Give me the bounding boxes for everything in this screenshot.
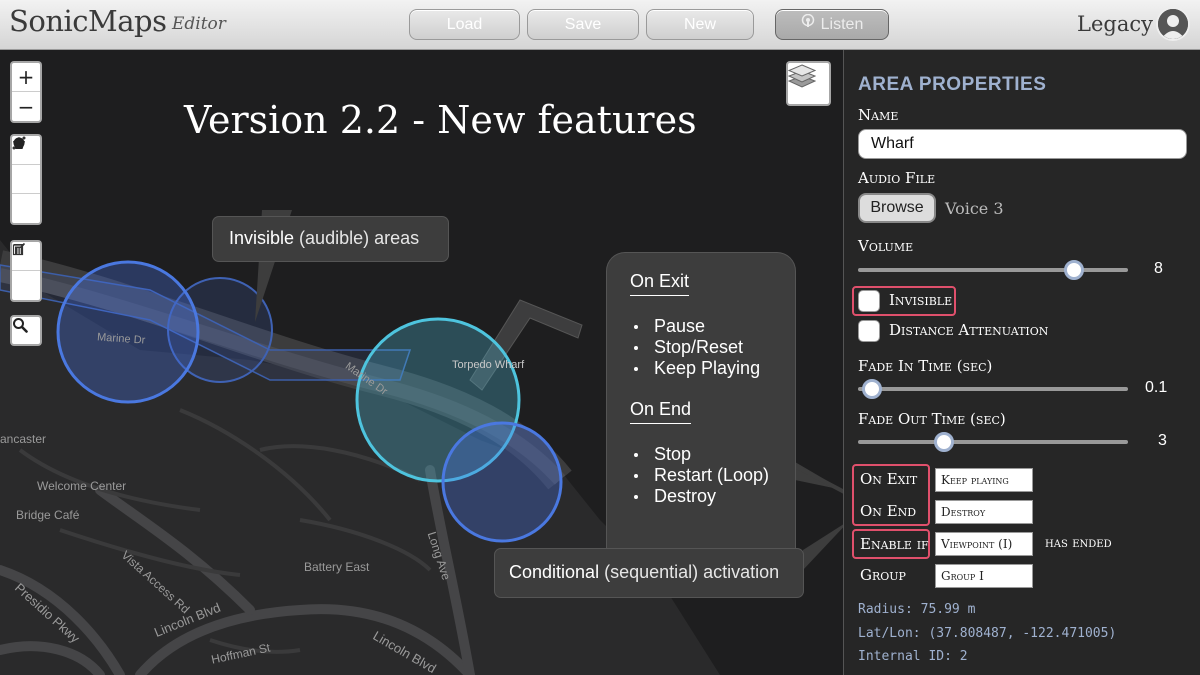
draw-toolbar — [10, 134, 42, 225]
search-icon[interactable] — [12, 317, 40, 346]
invisible-areas-callout: Invisible (audible) areas — [213, 217, 448, 261]
user-avatar-icon[interactable] — [1156, 7, 1190, 41]
listen-button[interactable]: Listen — [775, 9, 889, 40]
fade-out-slider-knob[interactable] — [934, 432, 955, 452]
fade-out-label: Fade Out Time (sec) — [858, 410, 1006, 428]
polygon-icon[interactable] — [12, 137, 40, 194]
group-label: Group — [860, 566, 906, 584]
radius-readout: Radius: 75.99 m — [858, 602, 976, 617]
volume-slider[interactable] — [858, 260, 1128, 280]
enable-if-select[interactable]: Viewpoint (I) — [935, 532, 1033, 556]
trash-icon[interactable] — [12, 244, 40, 300]
volume-value: 8 — [1154, 260, 1163, 277]
list-item: Keep Playing — [630, 358, 795, 379]
distance-attenuation-checkbox[interactable] — [858, 320, 880, 342]
panel-title: AREA PROPERTIES — [858, 74, 1047, 95]
edit-toolbar — [10, 240, 42, 302]
exit-end-options-callout: On Exit Pause Stop/Reset Keep Playing On… — [607, 253, 795, 580]
audio-file-label: Audio File — [858, 169, 936, 187]
has-ended-label: has ended — [1045, 535, 1112, 551]
list-item: Destroy — [630, 486, 795, 507]
list-item: Stop — [630, 444, 795, 465]
on-end-label: On End — [860, 502, 917, 520]
volume-label: Volume — [858, 237, 914, 255]
list-item: Stop/Reset — [630, 337, 795, 358]
distance-attenuation-label: Distance Attenuation — [889, 321, 1049, 339]
map-view[interactable]: Marine Dr Marine Dr Torpedo Wharf ancast… — [0, 50, 843, 675]
group-select[interactable]: Group I — [935, 564, 1033, 588]
list-item: Restart (Loop) — [630, 465, 795, 486]
callout-bold: Conditional — [509, 562, 600, 582]
app-subtitle: Editor — [172, 14, 226, 34]
map-label-welcome-center: Welcome Center — [37, 479, 127, 493]
podcast-icon — [801, 9, 815, 38]
map-label-battery-east: Battery East — [304, 560, 370, 574]
fade-in-label: Fade In Time (sec) — [858, 357, 993, 375]
on-exit-list: Pause Stop/Reset Keep Playing — [630, 316, 795, 379]
callout-text: (sequential) activation — [604, 562, 780, 582]
callout-bold: Invisible — [229, 228, 295, 248]
name-label: Name — [858, 106, 899, 124]
map-label-lancaster: ancaster — [0, 432, 47, 446]
load-button[interactable]: Load — [409, 9, 520, 40]
map-label-bridge-cafe: Bridge Café — [16, 508, 80, 522]
browse-button[interactable]: Browse — [858, 193, 936, 223]
name-input[interactable]: Wharf — [858, 129, 1187, 159]
on-end-heading: On End — [630, 399, 692, 424]
audio-file-name: Voice 3 — [945, 199, 1004, 218]
zoom-in-button[interactable]: + — [12, 63, 40, 92]
zoom-control: + − — [10, 61, 42, 123]
fade-out-value: 3 — [1158, 432, 1167, 449]
layers-button[interactable] — [786, 61, 831, 106]
search-control — [10, 315, 42, 346]
internal-id-readout: Internal ID: 2 — [858, 649, 968, 664]
zoom-out-button[interactable]: − — [12, 92, 40, 121]
area-properties-panel: AREA PROPERTIES Name Wharf Audio File Br… — [843, 50, 1200, 675]
fade-out-slider[interactable] — [858, 432, 1128, 452]
new-button[interactable]: New — [646, 9, 754, 40]
invisible-label: Invisible — [889, 291, 953, 309]
latlon-readout: Lat/Lon: (37.808487, -122.471005) — [858, 626, 1117, 641]
user-name: Legacy — [1077, 12, 1153, 36]
fade-in-value: 0.1 — [1145, 379, 1168, 396]
fade-in-slider-knob[interactable] — [861, 379, 882, 399]
list-item: Pause — [630, 316, 795, 337]
on-exit-heading: On Exit — [630, 271, 690, 296]
map-label-torpedo-wharf: Torpedo Wharf — [452, 359, 525, 371]
on-exit-label: On Exit — [860, 470, 918, 488]
callout-text: (audible) areas — [299, 228, 420, 248]
invisible-checkbox[interactable] — [858, 290, 880, 312]
save-button[interactable]: Save — [527, 9, 639, 40]
top-bar: SonicMaps Editor Load Save New Listen Le… — [0, 0, 1200, 50]
volume-slider-knob[interactable] — [1064, 260, 1084, 280]
enable-if-label: Enable if — [860, 535, 929, 553]
app-logo: SonicMaps — [9, 4, 167, 38]
circle-icon[interactable] — [12, 137, 40, 223]
on-exit-select[interactable]: Keep playing — [935, 468, 1033, 492]
listen-label: Listen — [820, 16, 864, 33]
on-end-select[interactable]: Destroy — [935, 500, 1033, 524]
fade-in-slider[interactable] — [858, 379, 1128, 399]
on-end-list: Stop Restart (Loop) Destroy — [630, 444, 795, 507]
map-overlay-title: Version 2.2 - New features — [184, 98, 697, 142]
conditional-activation-callout: Conditional (sequential) activation — [495, 549, 803, 597]
